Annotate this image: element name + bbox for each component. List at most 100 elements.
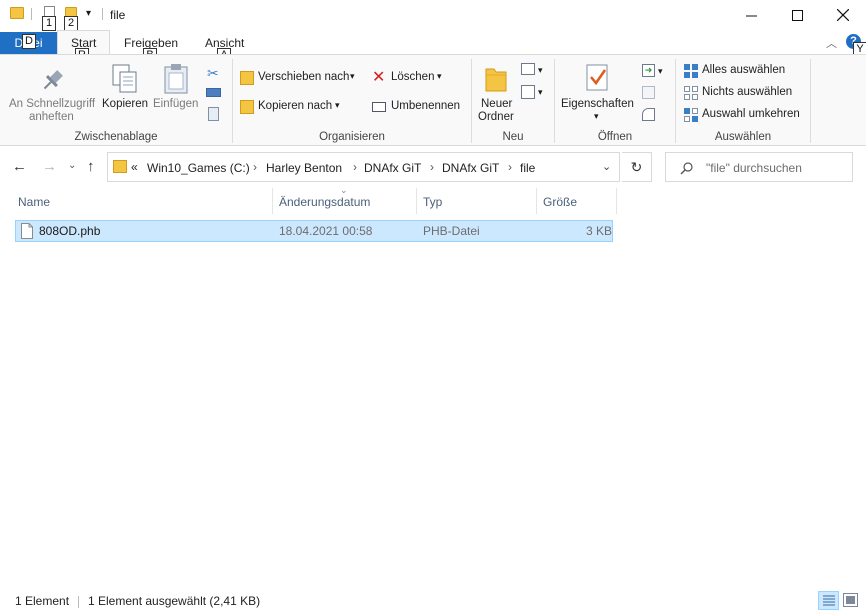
copy-path-icon[interactable] [206, 88, 221, 97]
paste-icon [164, 64, 188, 94]
properties-button[interactable]: Eigenschaften [561, 98, 634, 110]
open-icon[interactable]: ➜ [642, 64, 655, 77]
move-to-icon [240, 71, 254, 85]
breadcrumb-separator-icon[interactable]: › [508, 160, 512, 174]
up-arrow-icon[interactable]: ↑ [87, 158, 95, 175]
breadcrumb-overflow[interactable]: « [131, 160, 138, 174]
refresh-icon: ↻ [630, 158, 643, 175]
folder-icon [10, 7, 24, 19]
close-button[interactable] [820, 0, 866, 30]
back-arrow-icon[interactable]: ← [12, 158, 27, 175]
large-icons-view-button[interactable] [843, 593, 858, 607]
details-view-icon [823, 595, 835, 606]
file-type: PHB-Datei [423, 224, 480, 238]
copy-button[interactable]: Kopieren [102, 98, 148, 110]
window-title: file [110, 8, 126, 22]
column-separator[interactable] [416, 188, 417, 214]
separator [31, 8, 32, 20]
group-label-organisieren: Organisieren [319, 131, 385, 143]
rename-button[interactable]: Umbenennen [391, 100, 460, 112]
new-folder-icon [485, 68, 507, 92]
group-label-neu: Neu [502, 131, 524, 143]
chevron-down-icon[interactable]: ▾ [350, 71, 355, 82]
folder-icon [113, 160, 127, 173]
new-item-icon[interactable] [521, 63, 535, 75]
invert-selection-button[interactable]: Auswahl umkehren [702, 108, 800, 120]
chevron-down-icon[interactable]: ▾ [594, 111, 599, 122]
search-box[interactable]: "file" durchsuchen [665, 152, 853, 182]
breadcrumb-drive[interactable]: Win10_Games (C:) [147, 161, 250, 175]
separator [78, 596, 79, 608]
close-icon [837, 9, 849, 21]
file-size: 3 KB [586, 224, 613, 238]
select-all-button[interactable]: Alles auswählen [702, 64, 785, 76]
separator [102, 8, 103, 20]
pin-icon [43, 70, 63, 90]
delete-icon: ✕ [372, 69, 386, 86]
history-icon[interactable] [642, 108, 655, 121]
paste-button[interactable]: Einfügen [153, 98, 198, 110]
forward-arrow-icon[interactable]: → [42, 158, 57, 175]
chevron-down-icon[interactable]: ⌄ [602, 160, 611, 173]
column-separator[interactable] [272, 188, 273, 214]
breadcrumb-separator-icon[interactable]: › [253, 160, 257, 174]
breadcrumb-dnafx-2[interactable]: DNAfx GiT [442, 161, 499, 175]
cut-icon[interactable]: ✂ [207, 65, 219, 82]
breadcrumb-separator-icon[interactable]: › [353, 160, 357, 174]
maximize-icon [791, 9, 803, 21]
chevron-down-icon[interactable]: ▾ [437, 71, 442, 82]
paste-shortcut-icon[interactable] [208, 107, 219, 121]
refresh-button[interactable]: ↻ [622, 152, 652, 182]
new-folder-button[interactable]: Neuer [481, 98, 512, 110]
large-icons-view-icon [846, 596, 855, 604]
column-header-name[interactable]: Name [18, 195, 50, 209]
copy-to-button[interactable]: Kopieren nach [258, 100, 332, 112]
pin-quick-access-label2: anheften [29, 111, 74, 123]
chevron-down-icon[interactable]: ▾ [538, 87, 543, 98]
address-bar[interactable]: « Win10_Games (C:) › Harley Benton › DNA… [107, 152, 620, 182]
group-label-auswaehlen: Auswählen [714, 131, 772, 143]
keytip-2: 2 [64, 16, 78, 31]
edit-icon[interactable] [642, 86, 655, 99]
breadcrumb-file[interactable]: file [520, 161, 535, 175]
file-name[interactable]: 808OD.phb [39, 224, 100, 238]
file-icon [21, 223, 33, 239]
details-view-button[interactable] [818, 591, 839, 610]
delete-button[interactable]: Löschen [391, 71, 434, 83]
navigation-bar: ← → ⌄ ↑ « Win10_Games (C:) › Harley Bent… [0, 150, 866, 184]
keytip-1: 1 [42, 16, 56, 31]
move-to-button[interactable]: Verschieben nach [258, 71, 349, 83]
breadcrumb-dnafx-1[interactable]: DNAfx GiT [364, 161, 421, 175]
column-separator[interactable] [616, 188, 617, 214]
properties-icon [586, 64, 608, 91]
select-none-button[interactable]: Nichts auswählen [702, 86, 792, 98]
chevron-down-icon[interactable]: ▾ [658, 66, 663, 77]
search-input[interactable]: "file" durchsuchen [706, 161, 802, 175]
easy-access-icon[interactable] [521, 85, 535, 99]
customize-quick-access-icon[interactable]: ▾ [86, 8, 91, 19]
chevron-up-icon[interactable]: ︿ [826, 35, 837, 51]
chevron-down-icon[interactable]: ▾ [538, 65, 543, 76]
column-header-size[interactable]: Größe [543, 195, 577, 209]
recent-locations-chevron-icon[interactable]: ⌄ [68, 160, 76, 171]
column-header-modified[interactable]: Änderungsdatum [279, 195, 370, 209]
rename-icon [372, 102, 386, 112]
ribbon: An Schnellzugriff anheften Kopieren Einf… [0, 54, 866, 146]
ribbon-tabs: Datei D Start R Freigeben B Ansicht A ︿ … [0, 30, 866, 63]
file-row-selected[interactable]: 808OD.phb 18.04.2021 00:58 PHB-Datei 3 K… [15, 220, 613, 242]
keytip-d: D [22, 34, 36, 49]
column-header-type[interactable]: Typ [423, 195, 442, 209]
column-separator[interactable] [536, 188, 537, 214]
breadcrumb-harley-benton[interactable]: Harley Benton [266, 161, 342, 175]
group-label-oeffnen: Öffnen [597, 131, 633, 143]
copy-icon [112, 64, 137, 93]
breadcrumb-separator-icon[interactable]: › [430, 160, 434, 174]
search-icon [680, 162, 693, 175]
invert-selection-icon [684, 108, 698, 122]
column-headers: Name ⌄ Änderungsdatum Typ Größe [0, 185, 866, 214]
pin-quick-access-button[interactable]: An Schnellzugriff [9, 98, 95, 110]
maximize-button[interactable] [774, 0, 820, 30]
chevron-down-icon[interactable]: ▾ [335, 100, 340, 111]
minimize-button[interactable] [728, 0, 774, 30]
group-separator [810, 59, 811, 143]
